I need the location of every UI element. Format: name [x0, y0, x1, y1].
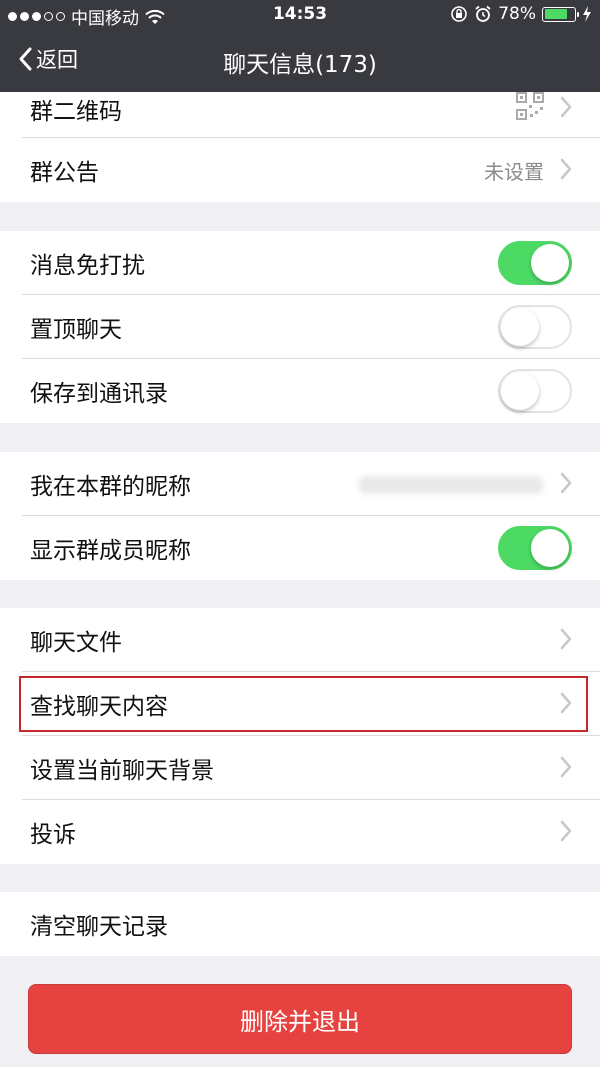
chat-background-row[interactable]: 设置当前聊天背景 [0, 736, 600, 800]
sticky-on-top-toggle[interactable] [498, 305, 572, 349]
chat-files-row[interactable]: 聊天文件 [0, 608, 600, 672]
navigation-bar: 返回 聊天信息(173) [0, 30, 600, 92]
group-notice-value: 未设置 [484, 159, 544, 184]
clear-chat-history-row[interactable]: 清空聊天记录 [0, 892, 600, 956]
my-group-nickname-label: 我在本群的昵称 [30, 474, 191, 500]
toggle-knob [531, 529, 569, 567]
alarm-icon [475, 5, 491, 22]
delete-and-exit-button[interactable]: 删除并退出 [28, 984, 572, 1054]
chat-files-label: 聊天文件 [30, 630, 122, 656]
highlight-box [19, 676, 588, 732]
charging-icon [583, 6, 591, 22]
show-member-nicknames-toggle[interactable] [498, 526, 572, 570]
mute-notifications-toggle[interactable] [498, 241, 572, 285]
blurred-nickname-value [358, 476, 544, 494]
show-member-nicknames-label: 显示群成员昵称 [30, 538, 191, 564]
save-to-contacts-row: 保存到通讯录 [0, 359, 600, 423]
status-right: 78% [450, 4, 592, 24]
toggle-knob [501, 372, 539, 410]
battery-level-fill [544, 9, 568, 19]
chevron-right-icon [560, 820, 572, 842]
save-to-contacts-label: 保存到通讯录 [30, 381, 168, 407]
group-notice-label: 群公告 [30, 160, 99, 186]
group-qr-code-row[interactable]: 群二维码 [0, 92, 600, 138]
battery-percent: 78% [498, 4, 536, 24]
page-title: 聊天信息(173) [223, 52, 377, 78]
toggle-knob [531, 244, 569, 282]
toggle-knob [501, 308, 539, 346]
chevron-right-icon [560, 96, 572, 118]
battery-icon [542, 6, 579, 22]
show-member-nicknames-row: 显示群成员昵称 [0, 516, 600, 580]
clear-chat-history-label: 清空聊天记录 [30, 914, 168, 940]
report-label: 投诉 [30, 822, 76, 848]
report-row[interactable]: 投诉 [0, 800, 600, 864]
my-group-nickname-row[interactable]: 我在本群的昵称 [0, 452, 600, 516]
sticky-on-top-label: 置顶聊天 [30, 317, 122, 343]
qr-code-icon [516, 92, 544, 120]
group-notice-row[interactable]: 群公告 未设置 [0, 138, 600, 202]
group-qr-code-label: 群二维码 [30, 99, 122, 125]
rotation-lock-icon [451, 6, 468, 22]
chevron-right-icon [560, 472, 572, 494]
mute-notifications-row: 消息免打扰 [0, 231, 600, 295]
chat-background-label: 设置当前聊天背景 [30, 758, 214, 784]
chevron-right-icon [560, 628, 572, 650]
sticky-on-top-row: 置顶聊天 [0, 295, 600, 359]
chevron-right-icon [560, 158, 572, 180]
mute-notifications-label: 消息免打扰 [30, 253, 145, 279]
status-bar: 中国移动 14:53 78% [0, 0, 600, 30]
save-to-contacts-toggle[interactable] [498, 369, 572, 413]
chevron-right-icon [560, 756, 572, 778]
